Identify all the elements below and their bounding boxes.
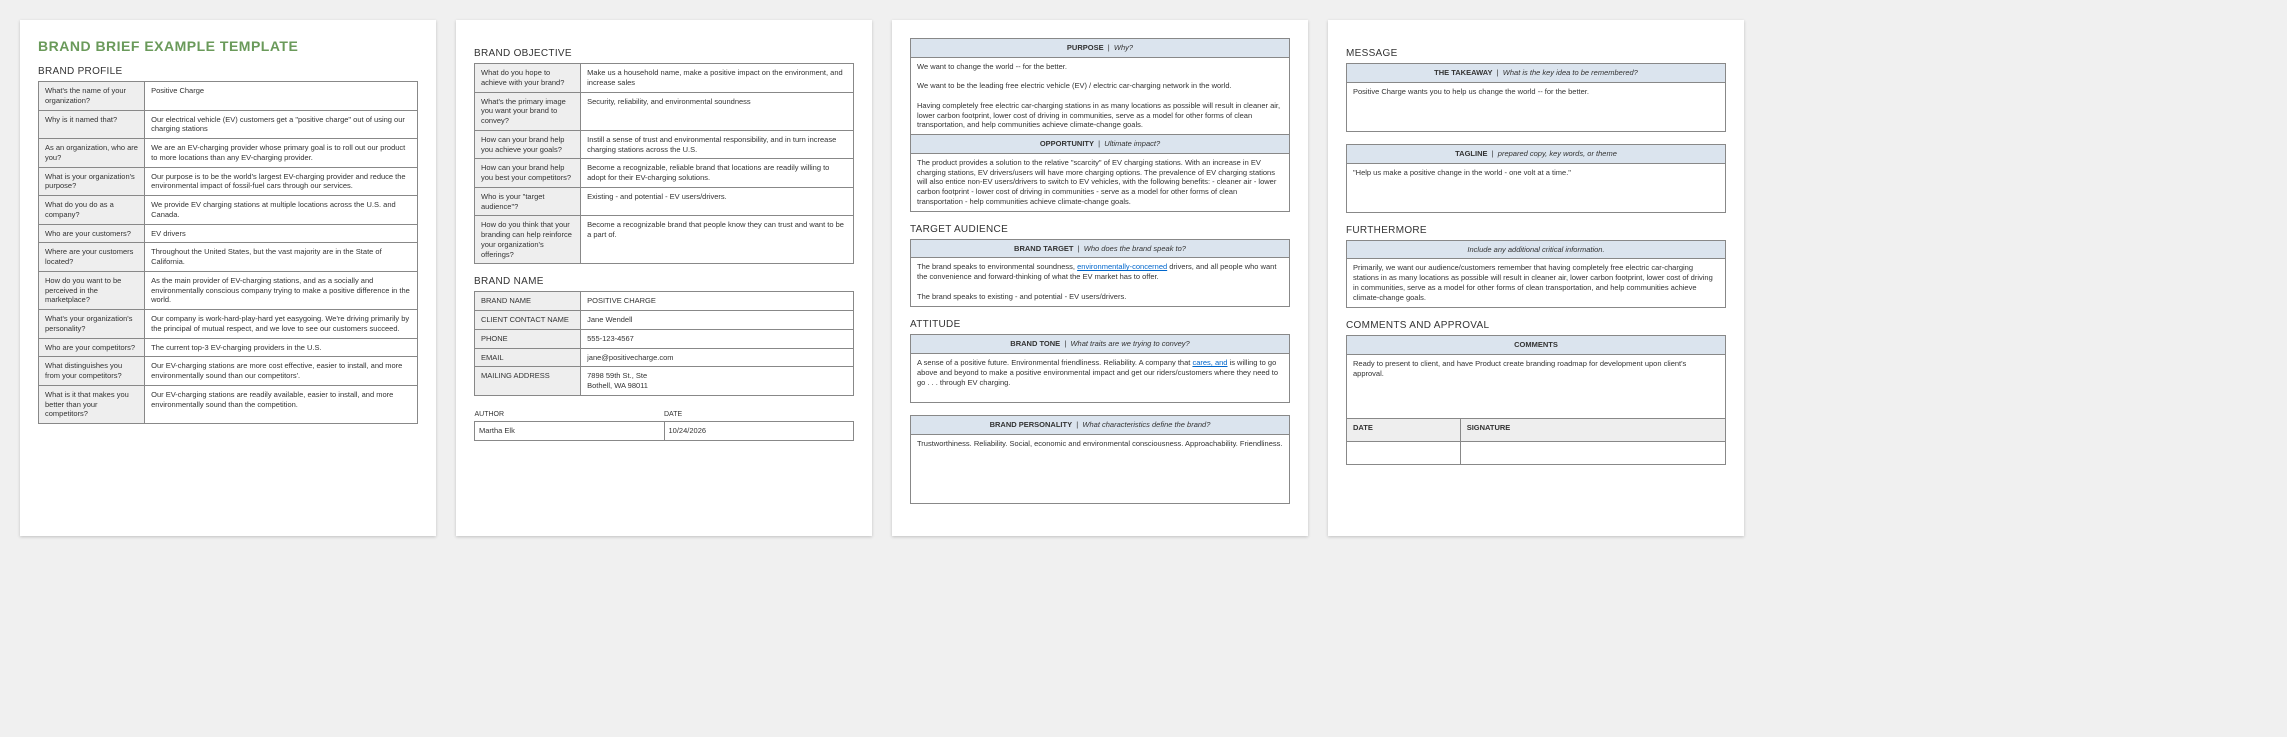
answer-cell: Our purpose is to be the world's largest… [145,167,418,196]
brand-personality-table: BRAND PERSONALITY | What characteristics… [910,415,1290,504]
question-cell: How can your brand help you best your co… [475,159,581,188]
brand-profile-heading: BRAND PROFILE [38,66,418,77]
question-cell: What distinguishes you from your competi… [39,357,145,386]
brand-tone-text: A sense of a positive future. Environmen… [911,354,1290,403]
comments-table: COMMENTS Ready to present to client, and… [1346,335,1726,465]
author-label: AUTHOR [475,408,665,422]
purpose-opportunity-table: PURPOSE | Why? We want to change the wor… [910,38,1290,212]
message-heading: MESSAGE [1346,48,1726,59]
answer-cell: POSITIVE CHARGE [581,292,854,311]
purpose-header: PURPOSE | Why? [911,39,1290,58]
answer-cell: Positive Charge [145,82,418,111]
question-cell: Who are your competitors? [39,338,145,357]
document-title: BRAND BRIEF EXAMPLE TEMPLATE [38,38,418,54]
question-cell: What is it that makes you better than yo… [39,385,145,423]
takeaway-header: THE TAKEAWAY | What is the key idea to b… [1347,64,1726,83]
question-cell: EMAIL [475,348,581,367]
furthermore-heading: FURTHERMORE [1346,225,1726,236]
question-cell: What do you do as a company? [39,196,145,225]
brand-target-header: BRAND TARGET | Who does the brand speak … [911,239,1290,258]
question-cell: What's the name of your organization? [39,82,145,111]
answer-cell: Security, reliability, and environmental… [581,92,854,130]
brand-target-text: The brand speaks to environmental soundn… [911,258,1290,307]
brand-tone-header: BRAND TONE | What traits are we trying t… [911,335,1290,354]
tagline-header: TAGLINE | prepared copy, key words, or t… [1347,144,1726,163]
answer-cell: We are an EV-charging provider whose pri… [145,139,418,168]
date-value: 10/24/2026 [664,421,854,440]
question-cell: Why is it named that? [39,110,145,139]
answer-cell: The current top-3 EV-charging providers … [145,338,418,357]
answer-cell: EV drivers [145,224,418,243]
answer-cell: Throughout the United States, but the va… [145,243,418,272]
takeaway-text: Positive Charge wants you to help us cha… [1347,82,1726,131]
brand-name-heading: BRAND NAME [474,276,854,287]
tagline-table: TAGLINE | prepared copy, key words, or t… [1346,144,1726,213]
question-cell: How can your brand help you achieve your… [475,130,581,159]
furthermore-header: Include any additional critical informat… [1347,240,1726,259]
answer-cell: Instill a sense of trust and environment… [581,130,854,159]
answer-cell: Our company is work-hard-play-hard yet e… [145,310,418,339]
brand-profile-table: What's the name of your organization?Pos… [38,81,418,424]
question-cell: How do you think that your branding can … [475,216,581,264]
brand-tone-table: BRAND TONE | What traits are we trying t… [910,334,1290,403]
brand-name-table: BRAND NAMEPOSITIVE CHARGECLIENT CONTACT … [474,291,854,396]
furthermore-table: Include any additional critical informat… [1346,240,1726,309]
date-sig-label: DATE [1347,419,1461,442]
answer-cell: 7898 59th St., Ste Bothell, WA 98011 [581,367,854,396]
question-cell: What's your organization's personality? [39,310,145,339]
comments-heading: COMMENTS AND APPROVAL [1346,320,1726,331]
date-sig-value [1347,442,1461,465]
target-audience-table: BRAND TARGET | Who does the brand speak … [910,239,1290,308]
attitude-heading: ATTITUDE [910,319,1290,330]
answer-cell: 555-123-4567 [581,329,854,348]
page-2: BRAND OBJECTIVE What do you hope to achi… [456,20,872,536]
question-cell: Where are your customers located? [39,243,145,272]
question-cell: PHONE [475,329,581,348]
comments-text: Ready to present to client, and have Pro… [1347,355,1726,419]
brand-objective-table: What do you hope to achieve with your br… [474,63,854,264]
question-cell: How do you want to be perceived in the m… [39,271,145,309]
opportunity-header: OPPORTUNITY | Ultimate impact? [911,135,1290,154]
tagline-text: "Help us make a positive change in the w… [1347,163,1726,212]
question-cell: As an organization, who are you? [39,139,145,168]
question-cell: BRAND NAME [475,292,581,311]
answer-cell: Our EV-charging stations are readily ava… [145,385,418,423]
cares-link[interactable]: cares, and [1192,358,1227,367]
signature-value [1460,442,1725,465]
question-cell: CLIENT CONTACT NAME [475,311,581,330]
brand-personality-header: BRAND PERSONALITY | What characteristics… [911,416,1290,435]
answer-cell: Existing - and potential - EV users/driv… [581,187,854,216]
page-4: MESSAGE THE TAKEAWAY | What is the key i… [1328,20,1744,536]
answer-cell: Become a recognizable, reliable brand th… [581,159,854,188]
answer-cell: As the main provider of EV-charging stat… [145,271,418,309]
answer-cell: Jane Wendell [581,311,854,330]
answer-cell: Our electrical vehicle (EV) customers ge… [145,110,418,139]
target-audience-heading: TARGET AUDIENCE [910,224,1290,235]
question-cell: What do you hope to achieve with your br… [475,64,581,93]
answer-cell: jane@positivecharge.com [581,348,854,367]
answer-cell: Make us a household name, make a positiv… [581,64,854,93]
answer-cell: Our EV-charging stations are more cost e… [145,357,418,386]
question-cell: What's the primary image you want your b… [475,92,581,130]
question-cell: What is your organization's purpose? [39,167,145,196]
signature-label: SIGNATURE [1460,419,1725,442]
takeaway-table: THE TAKEAWAY | What is the key idea to b… [1346,63,1726,132]
question-cell: Who are your customers? [39,224,145,243]
date-label: DATE [664,408,854,422]
author-date-table: AUTHOR DATE Martha Elk 10/24/2026 [474,408,854,441]
question-cell: MAILING ADDRESS [475,367,581,396]
author-value: Martha Elk [475,421,665,440]
env-concerned-link[interactable]: environmentally-concerned [1077,262,1167,271]
furthermore-text: Primarily, we want our audience/customer… [1347,259,1726,308]
opportunity-text: The product provides a solution to the r… [911,153,1290,211]
brand-objective-heading: BRAND OBJECTIVE [474,48,854,59]
page-1: BRAND BRIEF EXAMPLE TEMPLATE BRAND PROFI… [20,20,436,536]
answer-cell: We provide EV charging stations at multi… [145,196,418,225]
page-3: PURPOSE | Why? We want to change the wor… [892,20,1308,536]
question-cell: Who is your "target audience"? [475,187,581,216]
answer-cell: Become a recognizable brand that people … [581,216,854,264]
comments-header: COMMENTS [1347,336,1726,355]
brand-personality-text: Trustworthiness. Reliability. Social, ec… [911,434,1290,503]
purpose-text: We want to change the world -- for the b… [911,57,1290,134]
